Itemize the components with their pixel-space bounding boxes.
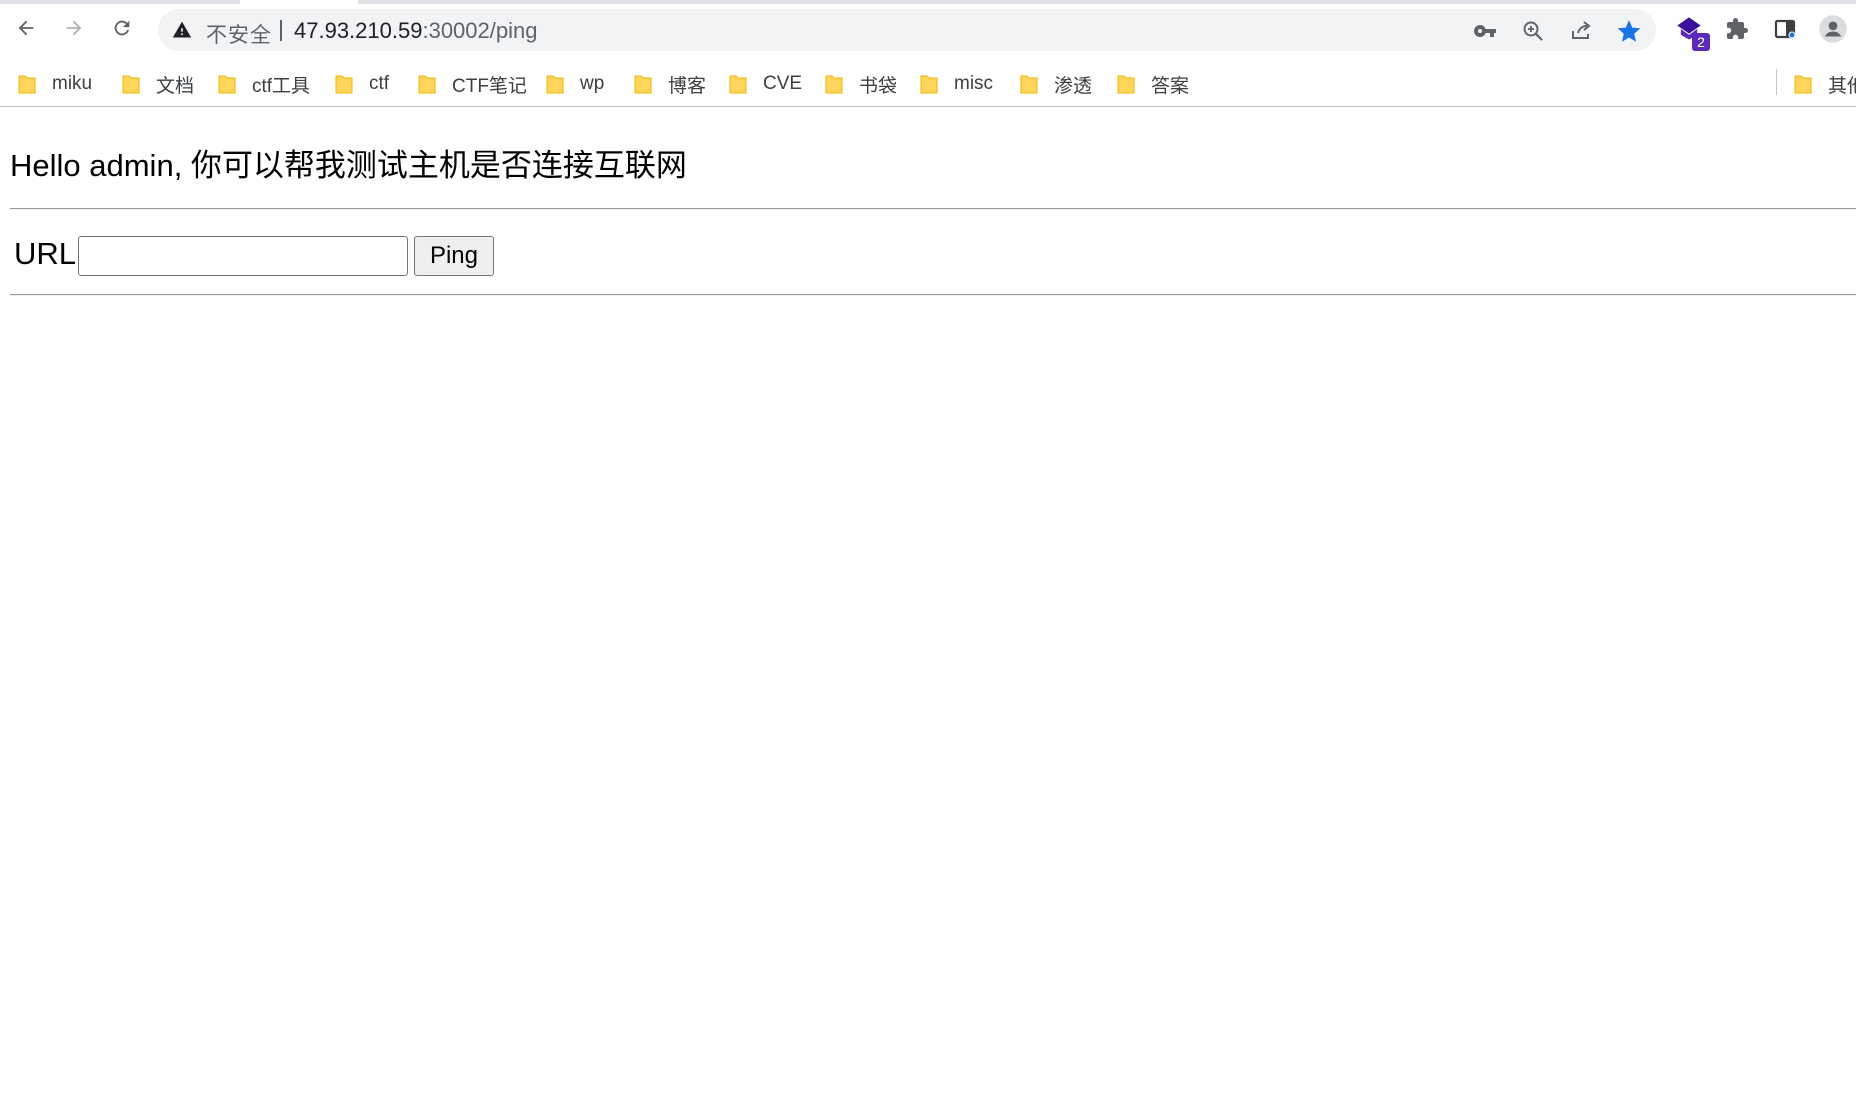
folder-icon xyxy=(1020,75,1038,94)
bookmark-folder-bookbag[interactable]: 书袋 xyxy=(825,68,897,100)
bookmark-label: miku xyxy=(52,73,93,94)
bookmark-label: misc xyxy=(954,73,994,94)
side-panel-button[interactable] xyxy=(1770,14,1800,44)
folder-icon xyxy=(1117,75,1135,94)
page-greeting: Hello admin, 你可以帮我测试主机是否连接互联网 xyxy=(10,148,687,183)
side-panel-icon xyxy=(1774,19,1796,39)
share-icon xyxy=(1572,21,1591,39)
folder-icon xyxy=(218,75,236,94)
bookmark-folder-docs[interactable]: 文档 xyxy=(122,68,194,100)
zoom-button[interactable] xyxy=(1520,18,1546,44)
url-host: 47.93.210.59 xyxy=(294,18,423,43)
security-separator xyxy=(280,20,282,41)
bottom-divider xyxy=(10,294,1856,296)
folder-icon xyxy=(18,75,36,94)
url-input[interactable] xyxy=(78,236,408,276)
bookmarks-bar: miku 文档 ctf工具 ctf CTF笔记 wp 博客 CVE 书袋 mis… xyxy=(0,61,1856,107)
profile-icon xyxy=(1819,15,1847,43)
reload-button[interactable] xyxy=(105,11,139,45)
folder-icon xyxy=(634,75,652,94)
bookmark-folder-ctf[interactable]: ctf xyxy=(335,68,389,100)
folder-icon xyxy=(546,75,564,94)
folder-icon xyxy=(729,75,747,94)
zoom-icon xyxy=(1523,21,1543,41)
bookmark-folder-wp[interactable]: wp xyxy=(546,68,604,100)
folder-icon xyxy=(920,75,938,94)
bookmark-folder-ctf-notes[interactable]: CTF笔记 xyxy=(418,68,527,100)
puzzle-icon xyxy=(1727,18,1748,39)
page-content: Hello admin, 你可以帮我测试主机是否连接互联网 URL Ping xyxy=(0,108,1856,1120)
back-arrow-icon xyxy=(18,20,34,36)
ping-button[interactable]: Ping xyxy=(414,236,494,276)
bookmark-label: 文档 xyxy=(156,75,195,97)
browser-toolbar: 不安全 47.93.210.59:30002/ping 2 xyxy=(0,0,1856,61)
extensions-menu-button[interactable] xyxy=(1722,14,1752,44)
bookmark-folder-miku[interactable]: miku xyxy=(18,68,92,100)
security-label[interactable]: 不安全 xyxy=(206,19,272,49)
folder-icon xyxy=(418,75,436,94)
key-icon xyxy=(1473,25,1496,37)
address-bar[interactable]: 不安全 47.93.210.59:30002/ping xyxy=(158,9,1656,51)
bookmarks-separator xyxy=(1776,69,1777,95)
bookmark-folder-cve[interactable]: CVE xyxy=(729,68,802,100)
profile-button[interactable] xyxy=(1818,14,1848,44)
folder-icon xyxy=(122,75,140,94)
bookmark-label: CVE xyxy=(763,73,803,94)
bookmark-label: CTF笔记 xyxy=(452,75,527,97)
folder-icon xyxy=(335,75,353,94)
bookmark-folder-misc[interactable]: misc xyxy=(920,68,993,100)
bookmark-label: 渗透 xyxy=(1054,75,1093,97)
bookmark-folder-ctf-tools[interactable]: ctf工具 xyxy=(218,68,310,100)
active-tab[interactable] xyxy=(240,0,358,4)
bookmark-folder-blog[interactable]: 博客 xyxy=(634,68,706,100)
other-bookmarks-label: 其他 xyxy=(1828,75,1856,97)
bookmark-label: 答案 xyxy=(1151,75,1190,97)
bookmark-label: 书袋 xyxy=(859,75,898,97)
reload-icon xyxy=(114,20,130,36)
share-button[interactable] xyxy=(1568,18,1594,44)
bookmark-label: ctf xyxy=(369,73,390,94)
forward-button[interactable] xyxy=(57,11,91,45)
forward-arrow-icon xyxy=(66,20,82,36)
url-label: URL xyxy=(14,236,77,271)
bookmark-label: ctf工具 xyxy=(252,75,311,97)
bookmark-folder-answers[interactable]: 答案 xyxy=(1117,68,1189,100)
folder-icon xyxy=(1794,75,1812,94)
folder-icon xyxy=(825,75,843,94)
other-bookmarks-folder[interactable]: 其他 xyxy=(1794,68,1856,100)
warning-triangle-icon[interactable] xyxy=(172,20,192,40)
bookmark-label: wp xyxy=(580,73,605,94)
bookmark-folder-pentest[interactable]: 渗透 xyxy=(1020,68,1092,100)
bookmark-star-button[interactable] xyxy=(1616,18,1642,44)
password-key-button[interactable] xyxy=(1472,18,1498,44)
top-divider xyxy=(10,208,1856,210)
back-button[interactable] xyxy=(9,11,43,45)
url-path: :30002/ping xyxy=(422,18,538,43)
url-text[interactable]: 47.93.210.59:30002/ping xyxy=(294,18,537,44)
extension-badge: 2 xyxy=(1692,33,1710,51)
star-icon xyxy=(1617,20,1641,42)
tab-strip xyxy=(0,0,1856,4)
bookmark-label: 博客 xyxy=(668,75,707,97)
